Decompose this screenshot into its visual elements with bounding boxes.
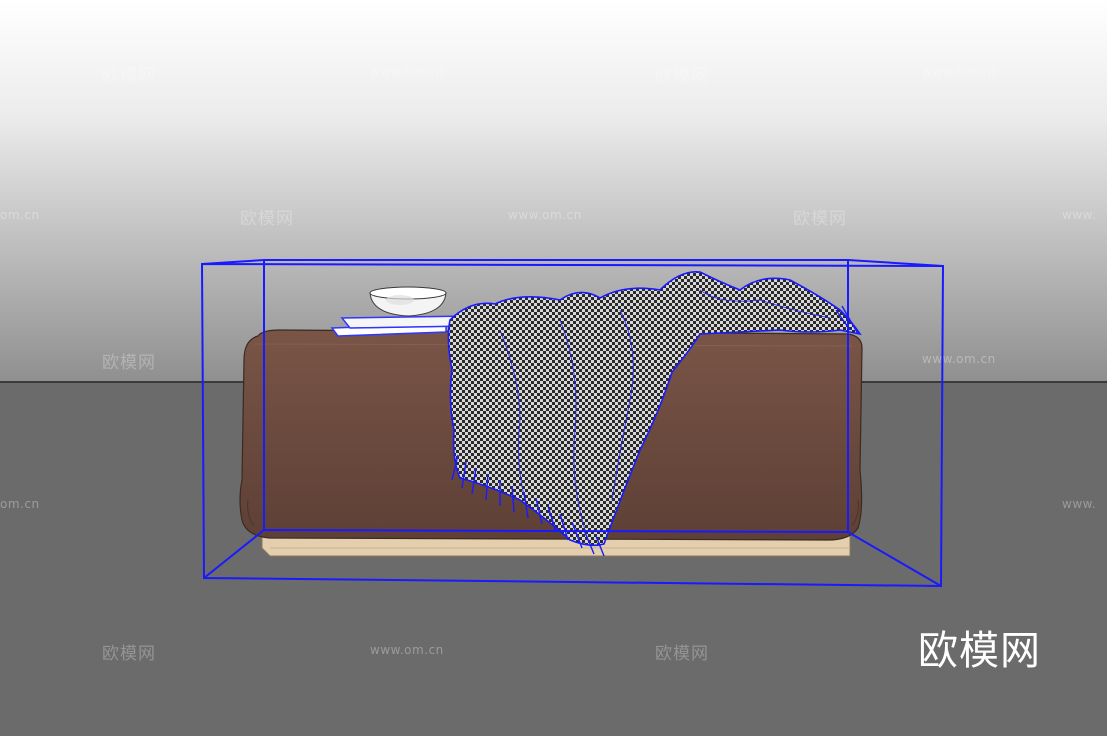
- decorative-bowl[interactable]: [369, 286, 447, 317]
- brand-logo: 欧模网: [918, 628, 1041, 674]
- modeling-viewport[interactable]: 欧模网 www.om.cn 欧模网 www.om.cn om.cn 欧模网 ww…: [0, 0, 1107, 736]
